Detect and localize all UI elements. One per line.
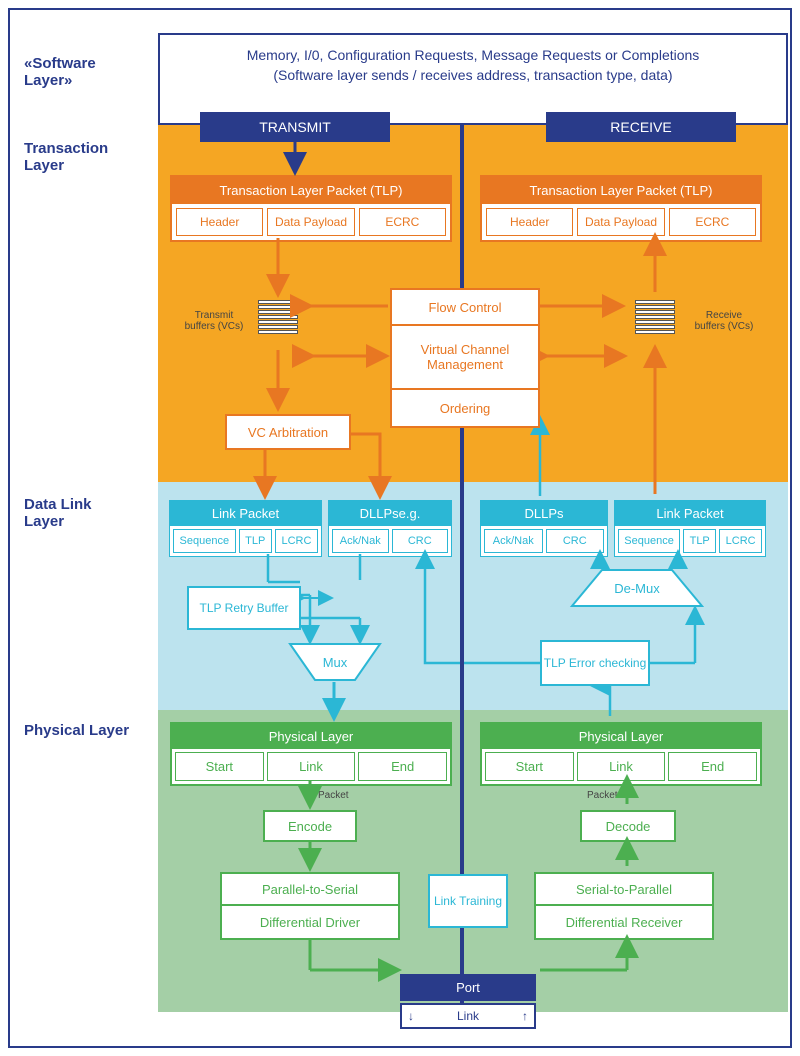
tlp-error-checking: TLP Error checking [540, 640, 650, 686]
up-arrow-icon: ↑ [522, 1009, 528, 1023]
transmit-header: TRANSMIT [200, 112, 390, 142]
receive-header: RECEIVE [546, 112, 736, 142]
link-training-box: Link Training [428, 874, 508, 928]
down-arrow-icon: ↓ [408, 1009, 414, 1023]
port-box: Port [400, 974, 536, 1001]
link-box: ↓ Link ↑ [400, 1003, 536, 1029]
arrows-layer [10, 10, 794, 1050]
flow-control-box: Flow Control [392, 290, 538, 326]
vcm-box: Virtual Channel Management [392, 326, 538, 390]
middle-stack: Flow Control Virtual Channel Management … [390, 288, 540, 428]
diagram-frame: «Software Layer» Transaction Layer Data … [8, 8, 792, 1048]
tlp-retry-buffer: TLP Retry Buffer [187, 586, 301, 630]
ordering-box: Ordering [392, 390, 538, 426]
link-label: Link [457, 1009, 479, 1023]
